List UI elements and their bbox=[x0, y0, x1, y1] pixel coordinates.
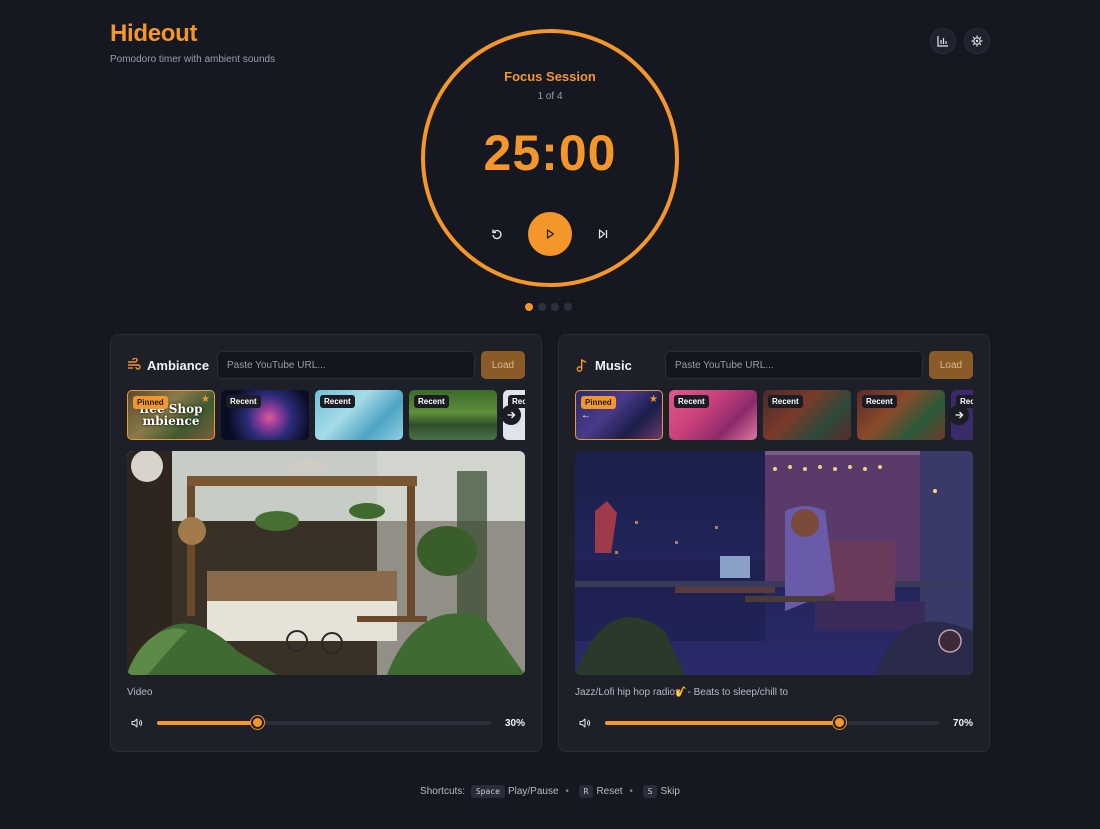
session-dot[interactable] bbox=[551, 303, 559, 311]
time-display: 25:00 bbox=[483, 125, 617, 181]
shortcut-action: Play/Pause bbox=[507, 786, 559, 797]
recent-badge: Recent bbox=[320, 395, 355, 408]
arrow-right-icon bbox=[955, 411, 964, 419]
ambiance-header: Ambiance Load bbox=[127, 351, 525, 379]
recent-badge: Recent bbox=[768, 395, 803, 408]
music-volume-value: 70% bbox=[952, 717, 973, 729]
kbd-space: Space bbox=[470, 785, 505, 798]
music-load-button[interactable]: Load bbox=[929, 351, 973, 379]
recent-badge: Recent bbox=[862, 395, 897, 408]
music-thumb-christmas[interactable]: Recent bbox=[763, 390, 851, 440]
star-icon[interactable]: ★ bbox=[649, 394, 658, 405]
volume-knob[interactable] bbox=[832, 716, 846, 729]
session-dot[interactable] bbox=[525, 303, 533, 311]
music-title: Music bbox=[595, 357, 632, 373]
ambiance-video-preview[interactable] bbox=[127, 451, 525, 675]
shortcut-action: Skip bbox=[660, 786, 680, 797]
ambiance-panel: Ambiance Load ffee Shop mbience Pinned ★… bbox=[110, 334, 542, 752]
ambiance-thumbnails: ffee Shop mbience Pinned ★ Recent Recent… bbox=[127, 390, 525, 440]
stats-button[interactable] bbox=[930, 28, 956, 54]
session-dot[interactable] bbox=[564, 303, 572, 311]
star-icon[interactable]: ★ bbox=[201, 394, 210, 405]
kbd-s: S bbox=[642, 785, 658, 798]
music-volume-slider[interactable] bbox=[605, 716, 939, 729]
session-dot[interactable] bbox=[538, 303, 546, 311]
volume-icon[interactable] bbox=[579, 716, 593, 730]
volume-icon[interactable] bbox=[131, 716, 145, 730]
session-count: 1 of 4 bbox=[537, 91, 563, 102]
lofi-girl-image bbox=[575, 451, 973, 675]
reset-button[interactable] bbox=[486, 223, 508, 245]
app-subtitle: Pomodoro timer with ambient sounds bbox=[110, 54, 276, 65]
bar-chart-icon bbox=[937, 36, 948, 47]
ambiance-volume-value: 30% bbox=[504, 717, 525, 729]
app-header: Hideout Pomodoro timer with ambient soun… bbox=[110, 20, 275, 65]
music-thumb-pink[interactable]: Recent bbox=[669, 390, 757, 440]
ambiance-title: Ambiance bbox=[147, 357, 210, 373]
wind-icon bbox=[127, 358, 141, 372]
recent-badge: Recent bbox=[674, 395, 709, 408]
thumbs-scroll-right-button[interactable] bbox=[949, 405, 969, 425]
session-label: Focus Session bbox=[504, 69, 596, 84]
music-thumb-christmas-2[interactable]: Recent bbox=[857, 390, 945, 440]
music-thumb-lofi-girl[interactable]: Pinned ★ ← bbox=[575, 390, 663, 440]
shortcuts-label: Shortcuts: bbox=[420, 786, 466, 797]
app-title: Hideout bbox=[110, 20, 198, 47]
kbd-r: R bbox=[578, 785, 594, 798]
pinned-badge: Pinned bbox=[133, 396, 168, 409]
volume-knob[interactable] bbox=[251, 716, 265, 729]
coffee-shop-image bbox=[127, 451, 525, 675]
shortcuts-bar: Shortcuts: Space Play/Pause • R Reset • SS… bbox=[420, 785, 680, 798]
settings-button[interactable] bbox=[964, 28, 990, 54]
arrow-right-icon bbox=[507, 411, 516, 419]
music-video-preview[interactable] bbox=[575, 451, 973, 675]
top-toolbar bbox=[930, 28, 990, 54]
recent-badge: Recent bbox=[414, 395, 449, 408]
shortcut-action: Reset bbox=[596, 786, 623, 797]
volume-fill bbox=[157, 721, 258, 725]
pinned-badge: Pinned bbox=[581, 396, 616, 409]
ambiance-thumb-forest[interactable]: Recent bbox=[409, 390, 497, 440]
thumbs-scroll-right-button[interactable] bbox=[501, 405, 521, 425]
ambiance-thumb-space[interactable]: Recent bbox=[221, 390, 309, 440]
music-thumbnails: Pinned ★ ← Recent Recent Recent Rec bbox=[575, 390, 973, 440]
music-panel: Music Load Pinned ★ ← Recent Recent Rece… bbox=[558, 334, 990, 752]
play-icon bbox=[546, 229, 555, 239]
music-caption: Jazz/Lofi hip hop radio🎷- Beats to sleep… bbox=[575, 687, 789, 698]
session-dots bbox=[525, 303, 572, 311]
ambiance-thumb-rain[interactable]: Recent bbox=[315, 390, 403, 440]
ambiance-caption: Video bbox=[127, 687, 153, 698]
ambiance-volume: 30% bbox=[131, 715, 525, 731]
skip-button[interactable] bbox=[592, 223, 614, 245]
ambiance-volume-slider[interactable] bbox=[157, 716, 491, 729]
reset-icon bbox=[492, 229, 502, 240]
music-header: Music Load bbox=[575, 351, 973, 379]
music-url-input[interactable] bbox=[665, 351, 923, 379]
recent-badge: Recent bbox=[226, 395, 261, 408]
arrow-left-icon: ← bbox=[581, 410, 591, 421]
gear-icon bbox=[971, 35, 983, 47]
ambiance-load-button[interactable]: Load bbox=[481, 351, 525, 379]
ambiance-thumb-coffee-shop[interactable]: ffee Shop mbience Pinned ★ bbox=[127, 390, 215, 440]
music-volume: 70% bbox=[579, 715, 973, 731]
play-button[interactable] bbox=[528, 212, 572, 256]
music-note-icon bbox=[575, 358, 589, 372]
skip-icon bbox=[598, 229, 608, 239]
timer-ring: Focus Session 1 of 4 25:00 bbox=[421, 29, 679, 287]
timer-controls bbox=[425, 212, 675, 256]
ambiance-url-input[interactable] bbox=[217, 351, 475, 379]
volume-fill bbox=[605, 721, 839, 725]
